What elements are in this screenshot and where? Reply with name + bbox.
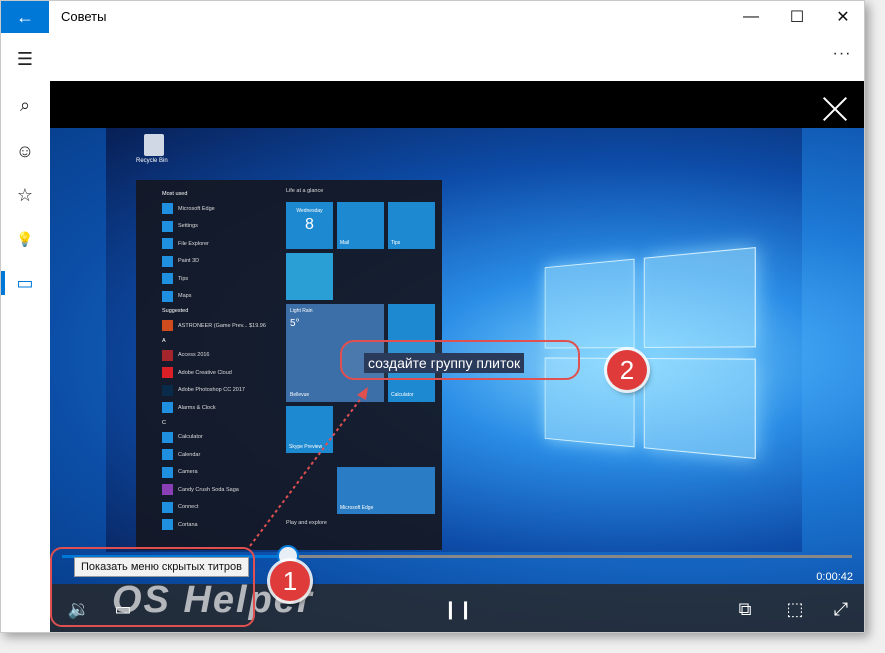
smiley-icon: ☺ [16,141,34,162]
annotation-arrow [240,381,380,551]
more-options-button[interactable]: ··· [827,45,857,69]
pause-button[interactable]: ❙❙ [443,594,473,624]
close-window-button[interactable]: ✕ [820,1,865,33]
list-item: Access 2016 [162,347,282,365]
maximize-button[interactable]: ☐ [774,1,820,33]
back-button[interactable]: ← [1,1,49,33]
apps-folder-tile [286,253,333,300]
list-item: Paint 3D [162,253,282,271]
minimize-button[interactable]: — [728,1,774,33]
playback-time: 0:00:42 [816,571,853,583]
section-header: A [162,335,282,347]
hamburger-icon: ☰ [17,49,33,70]
subtitle-caption: создайте группу плиток [364,353,524,373]
fullscreen-icon: ⤢ [834,599,848,620]
hamburger-menu-button[interactable]: ☰ [1,37,49,81]
list-item: Settings [162,218,282,236]
aspect-ratio-button[interactable]: ⧉ [730,594,760,624]
title-bar: ← Советы — ☐ ✕ [1,1,865,33]
cast-icon: ⬚ [786,599,803,620]
section-header: Most used [162,188,282,200]
list-item: Microsoft Edge [162,200,282,218]
app-title: Советы [61,9,106,24]
list-item: Maps [162,288,282,306]
recycle-bin-icon [144,134,164,156]
aspect-ratio-icon: ⧉ [739,599,752,620]
video-player[interactable]: Recycle Bin Most used Microsoft Edge Set… [50,81,865,633]
nav-videos[interactable]: ▭ [1,261,49,305]
cast-button[interactable]: ⬚ [780,594,810,624]
calendar-tile: Wednesday 8 [286,202,333,249]
tiles-header: Life at a glance [286,188,323,194]
search-icon: ⌕ [20,95,30,116]
star-icon: ☆ [17,185,33,206]
nav-tips[interactable]: 💡 [1,217,49,261]
step-badge-1: 1 [270,561,310,601]
captions-tooltip: Показать меню скрытых титров [74,557,249,577]
nav-favorites[interactable]: ☆ [1,173,49,217]
left-navigation: ☰ ⌕ ☺ ☆ 💡 ▭ [1,33,49,633]
list-item: ASTRONEER (Game Prev... $19.96 [162,317,282,335]
tips-tile: Tips [388,202,435,249]
video-icon: ▭ [16,273,33,294]
step-badge-2: 2 [607,350,647,390]
close-video-button[interactable] [821,95,849,123]
back-arrow-icon: ← [16,7,34,28]
app-window: ← Советы — ☐ ✕ ☰ ⌕ ☺ ☆ 💡 ▭ ··· Recycle B… [0,0,865,633]
section-header: Suggested [162,305,282,317]
nav-emoji[interactable]: ☺ [1,129,49,173]
start-menu-rail [136,180,156,550]
nav-search[interactable]: ⌕ [1,83,49,127]
list-item: Tips [162,270,282,288]
fullscreen-button[interactable]: ⤢ [826,594,856,624]
list-item: Adobe Creative Cloud [162,364,282,382]
list-item: File Explorer [162,235,282,253]
lightbulb-icon: 💡 [16,231,33,248]
recycle-bin-label: Recycle Bin [136,158,168,164]
mail-tile: Mail [337,202,384,249]
pause-icon: ❙❙ [443,599,473,620]
